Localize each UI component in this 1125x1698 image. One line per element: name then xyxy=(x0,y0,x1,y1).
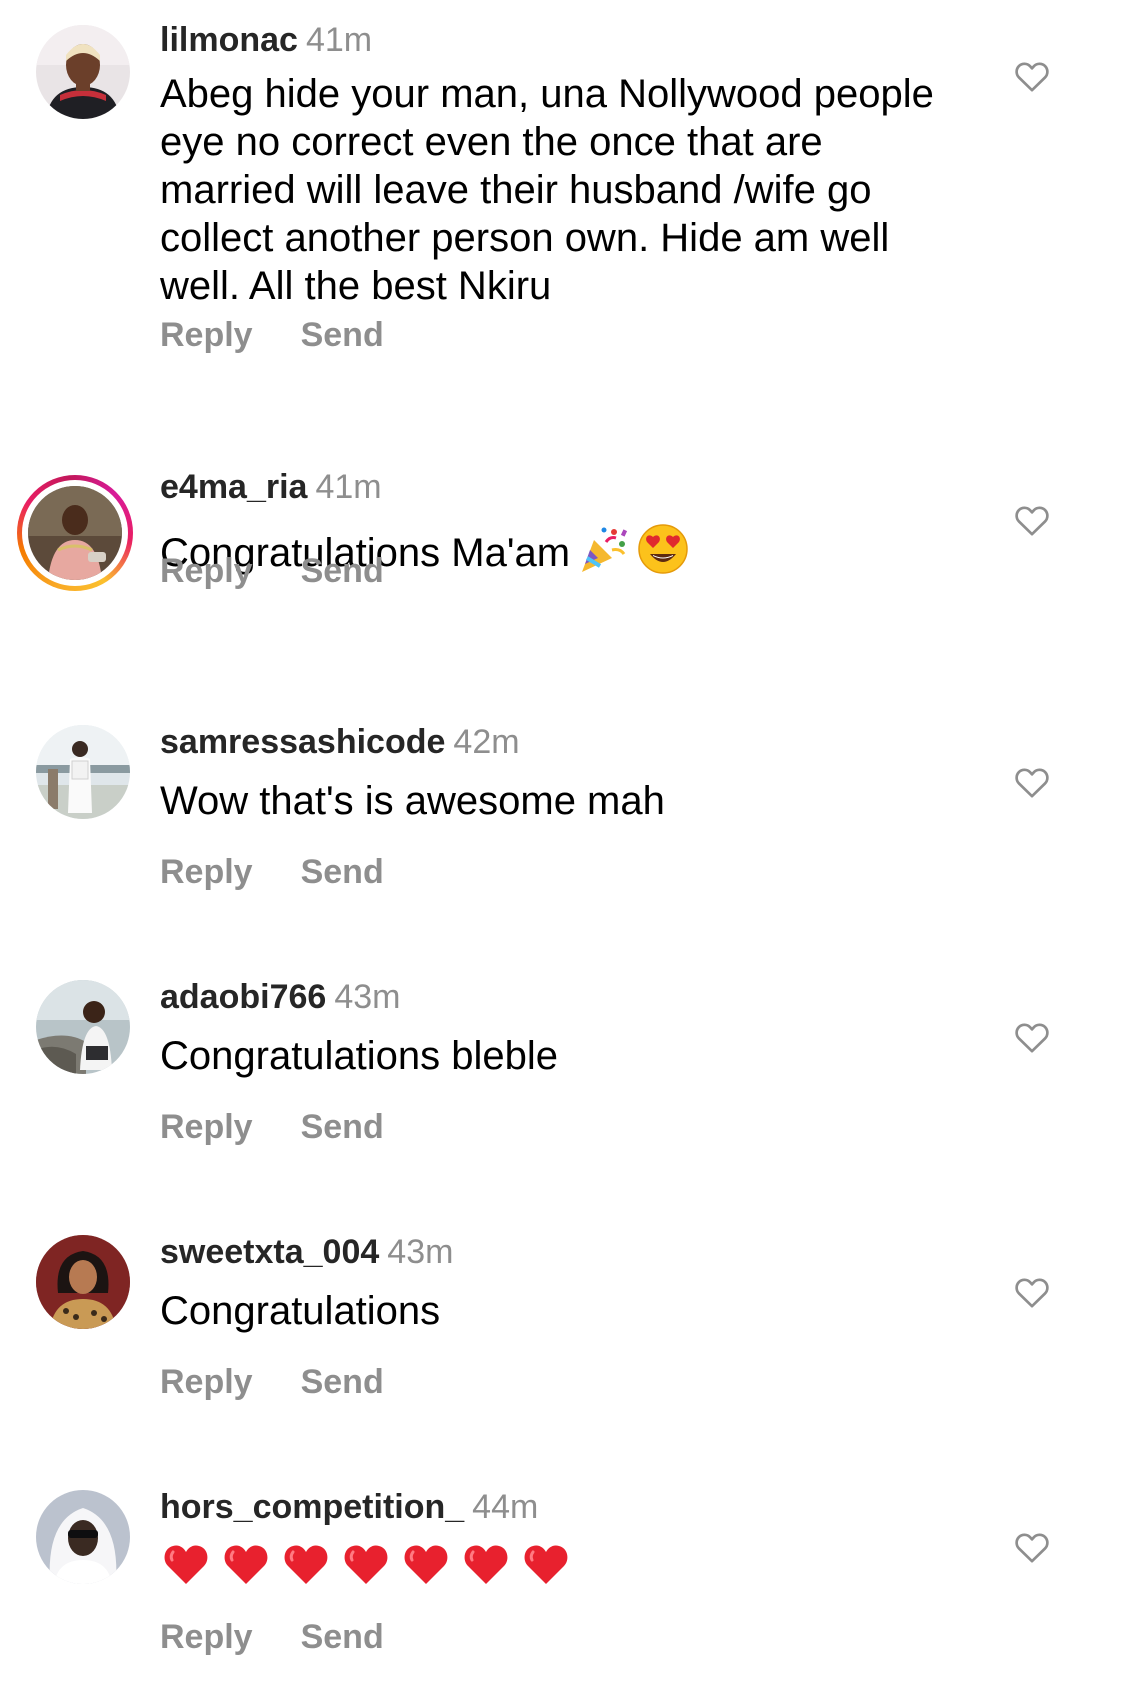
send-button[interactable]: Send xyxy=(301,1363,384,1401)
comment-meta: lilmonac 41m xyxy=(160,20,372,60)
red-heart-emoji xyxy=(160,1538,212,1590)
comment-meta: adaobi766 43m xyxy=(160,977,400,1017)
red-heart-emoji xyxy=(400,1538,452,1590)
username[interactable]: hors_competition_ xyxy=(160,1488,464,1526)
timestamp: 41m xyxy=(315,468,382,506)
timestamp: 43m xyxy=(334,978,401,1016)
avatar xyxy=(28,486,122,580)
emoji-row xyxy=(160,1538,580,1590)
heart-outline-icon[interactable] xyxy=(1012,1527,1052,1567)
heart-outline-icon[interactable] xyxy=(1012,762,1052,802)
comment-text: Wow that's is awesome mah xyxy=(160,779,665,823)
red-heart-emoji xyxy=(340,1538,392,1590)
red-heart-emoji xyxy=(280,1538,332,1590)
comment-text: Congratulations bleble xyxy=(160,1034,559,1078)
comment-text-row xyxy=(160,1538,960,1590)
send-button[interactable]: Send xyxy=(301,1108,384,1146)
comment-text: Congratulations xyxy=(160,1289,441,1333)
username[interactable]: samressashicode xyxy=(160,723,445,761)
reply-button[interactable]: Reply xyxy=(160,1108,253,1146)
comment-text: Abeg hide your man, una Nollywood people… xyxy=(160,72,934,308)
avatar[interactable] xyxy=(36,980,130,1074)
reply-button[interactable]: Reply xyxy=(160,1363,253,1401)
avatar[interactable] xyxy=(36,1490,130,1584)
comment-actions: Reply Send xyxy=(160,315,384,355)
username[interactable]: e4ma_ria xyxy=(160,468,307,506)
timestamp: 44m xyxy=(472,1488,539,1526)
comment-meta: hors_competition_ 44m xyxy=(160,1487,538,1527)
send-button[interactable]: Send xyxy=(301,1618,384,1656)
comment-meta: e4ma_ria 41m xyxy=(160,467,382,507)
reply-button[interactable]: Reply xyxy=(160,316,253,354)
username[interactable]: adaobi766 xyxy=(160,978,326,1016)
heart-outline-icon[interactable] xyxy=(1012,1017,1052,1057)
send-button[interactable]: Send xyxy=(301,316,384,354)
comment-actions: Reply Send xyxy=(160,1107,384,1147)
red-heart-emoji xyxy=(460,1538,512,1590)
reply-button[interactable]: Reply xyxy=(160,1618,253,1656)
timestamp: 41m xyxy=(305,21,373,59)
username[interactable]: lilmonac xyxy=(160,21,298,59)
heart-eyes-emoji xyxy=(636,522,690,576)
avatar[interactable] xyxy=(36,725,130,819)
comment-meta: samressashicode 42m xyxy=(160,722,520,762)
avatar[interactable] xyxy=(36,25,130,119)
send-button[interactable]: Send xyxy=(301,552,384,590)
red-heart-emoji xyxy=(220,1538,272,1590)
username[interactable]: sweetxta_004 xyxy=(160,1233,379,1271)
story-ring[interactable] xyxy=(17,475,133,591)
comment-actions: Reply Send xyxy=(160,551,384,591)
comment-meta: sweetxta_004 43m xyxy=(160,1232,453,1272)
reply-button[interactable]: Reply xyxy=(160,552,253,590)
comment-actions: Reply Send xyxy=(160,1362,384,1402)
comment-actions: Reply Send xyxy=(160,1617,384,1657)
heart-outline-icon[interactable] xyxy=(1012,56,1052,96)
timestamp: 42m xyxy=(453,723,520,761)
timestamp: 43m xyxy=(387,1233,454,1271)
heart-outline-icon[interactable] xyxy=(1012,500,1052,540)
send-button[interactable]: Send xyxy=(301,853,384,891)
party-popper-emoji xyxy=(576,522,630,576)
heart-outline-icon[interactable] xyxy=(1012,1272,1052,1312)
comment-actions: Reply Send xyxy=(160,852,384,892)
reply-button[interactable]: Reply xyxy=(160,853,253,891)
avatar[interactable] xyxy=(36,1235,130,1329)
red-heart-emoji xyxy=(520,1538,572,1590)
